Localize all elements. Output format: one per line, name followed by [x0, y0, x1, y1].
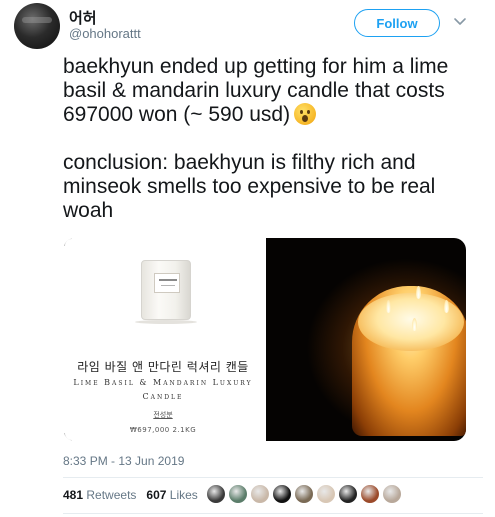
- liker-avatar[interactable]: [272, 484, 292, 504]
- flame-1: [386, 300, 391, 313]
- user-avatar[interactable]: [14, 3, 60, 49]
- tweet-stats: 481 Retweets 607 Likes: [63, 488, 198, 502]
- tweet-header: 어허 @ohohorattt Follow: [0, 0, 495, 52]
- retweets-count: 481: [63, 488, 84, 502]
- tweet-media[interactable]: 라임 바질 앤 만다린 럭셔리 캔들 Lime Basil & Mandarin…: [63, 238, 466, 441]
- flame-3: [444, 300, 449, 313]
- retweets-stat[interactable]: 481 Retweets: [63, 488, 136, 502]
- product-name-english: Lime Basil & Mandarin Luxury Candle: [73, 376, 253, 404]
- candle-jar-image: [141, 260, 191, 320]
- tweet-text: baekhyun ended up getting for him a lime…: [63, 55, 483, 223]
- panel-corner-bottom: [64, 433, 72, 441]
- product-name-english-line-2: Candle: [142, 392, 184, 401]
- liker-avatar[interactable]: [316, 484, 336, 504]
- product-price: ₩697,000 2.1KG: [129, 426, 197, 434]
- liker-avatar[interactable]: [360, 484, 380, 504]
- tweet-paragraph-1: baekhyun ended up getting for him a lime…: [63, 55, 449, 126]
- product-image[interactable]: 라임 바질 앤 만다린 럭셔리 캔들 Lime Basil & Mandarin…: [63, 238, 263, 441]
- liker-avatar[interactable]: [382, 484, 402, 504]
- product-name-english-line-1: Lime Basil & Mandarin Luxury: [73, 378, 253, 387]
- divider: [63, 477, 483, 478]
- tweet-paragraph-2: conclusion: baekhyun is filthy rich and …: [63, 151, 436, 222]
- liker-avatar[interactable]: [250, 484, 270, 504]
- chevron-down-icon[interactable]: [453, 14, 467, 28]
- retweets-label: Retweets: [86, 488, 137, 502]
- divider: [63, 513, 483, 514]
- user-handle[interactable]: @ohohorattt: [69, 26, 141, 41]
- tweet-timestamp[interactable]: 8:33 PM - 13 Jun 2019: [63, 454, 184, 468]
- liker-avatar[interactable]: [294, 484, 314, 504]
- likes-count: 607: [146, 488, 167, 502]
- flame-4: [412, 318, 417, 331]
- display-name[interactable]: 어허: [69, 7, 97, 28]
- product-name-korean: 라임 바질 앤 만다린 럭셔리 캔들: [77, 360, 249, 374]
- lit-candle-photo[interactable]: [266, 238, 466, 441]
- panel-corner-top: [64, 238, 72, 246]
- likes-label: Likes: [169, 488, 198, 502]
- liker-avatar[interactable]: [228, 484, 248, 504]
- likes-stat[interactable]: 607 Likes: [146, 488, 197, 502]
- liker-avatar[interactable]: [206, 484, 226, 504]
- flame-2: [416, 286, 421, 299]
- liker-avatar[interactable]: [338, 484, 358, 504]
- liker-avatars: [206, 482, 416, 506]
- product-ingredients-link: 전성분: [153, 411, 173, 419]
- hushed-face-emoji-icon: [294, 103, 317, 125]
- jar-shadow: [135, 320, 197, 324]
- follow-button[interactable]: Follow: [354, 9, 440, 37]
